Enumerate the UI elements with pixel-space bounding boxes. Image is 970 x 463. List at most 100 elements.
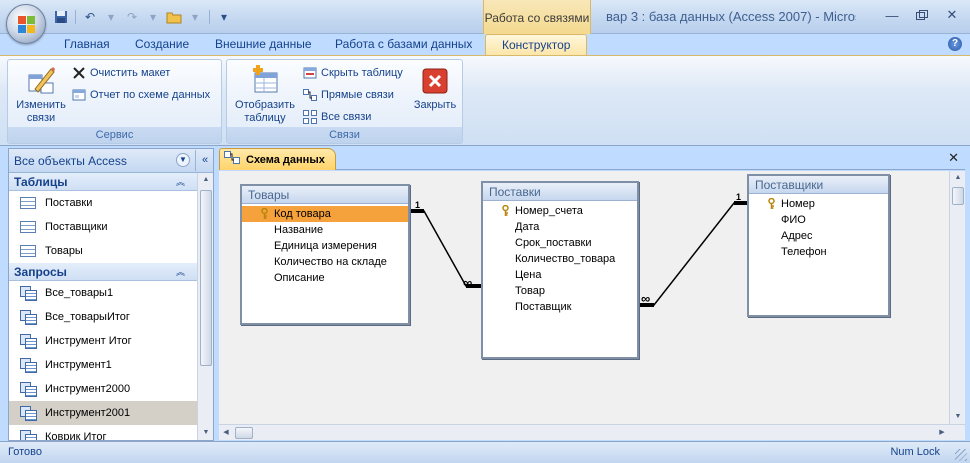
scroll-down-icon[interactable]: ▼: [950, 410, 966, 424]
status-text: Готово: [8, 446, 42, 458]
field-label: Описание: [274, 272, 325, 284]
field[interactable]: Поставщик: [483, 299, 637, 315]
tab-external-data[interactable]: Внешние данные: [215, 37, 312, 51]
customize-qat-icon[interactable]: ▾: [215, 8, 233, 26]
minimize-icon[interactable]: —: [882, 6, 902, 24]
group-title-relationships: Связи: [227, 127, 462, 143]
field-label: Количество на складе: [274, 256, 387, 268]
redo-icon[interactable]: ↷: [123, 8, 141, 26]
open-folder-icon[interactable]: [165, 8, 183, 26]
save-icon[interactable]: [52, 8, 70, 26]
field-key[interactable]: Номер: [749, 196, 888, 212]
nav-item-query[interactable]: Коврик Итог: [9, 425, 197, 440]
nav-pane-menu-icon[interactable]: ▼: [176, 153, 190, 167]
field[interactable]: ФИО: [749, 212, 888, 228]
scroll-up-icon[interactable]: ▲: [950, 171, 966, 185]
query-icon: [20, 334, 37, 349]
dropdown-arrow-icon[interactable]: ▾: [186, 8, 204, 26]
chevron-up-icon[interactable]: ︽: [176, 173, 185, 191]
scroll-right-icon[interactable]: ▶: [935, 425, 949, 441]
field[interactable]: Количество_товара: [483, 251, 637, 267]
scroll-up-icon[interactable]: ▲: [198, 173, 214, 187]
group-relationships: Отобразить таблицу Скрыть таблицу Прямые…: [226, 59, 463, 144]
nav-pane-title: Все объекты Access: [14, 154, 127, 168]
nav-item-query[interactable]: Инструмент1: [9, 353, 197, 377]
relationship-line-postavshiki-postavki[interactable]: 1 ∞: [639, 192, 749, 307]
nav-scrollbar[interactable]: ▲ ▼: [197, 173, 213, 440]
canvas-horizontal-scrollbar[interactable]: ◀ ▶: [219, 424, 965, 440]
field[interactable]: Количество на складе: [242, 254, 408, 270]
table-box-title[interactable]: Поставщики: [749, 176, 888, 194]
field[interactable]: Срок_поставки: [483, 235, 637, 251]
nav-item-query-selected[interactable]: Инструмент2001: [9, 401, 197, 425]
field[interactable]: Описание: [242, 270, 408, 286]
table-box-title[interactable]: Поставки: [483, 183, 637, 201]
dropdown-arrow-icon[interactable]: ▾: [102, 8, 120, 26]
undo-icon[interactable]: ↶: [81, 8, 99, 26]
relationship-report-button[interactable]: Отчет по схеме данных: [72, 88, 210, 102]
nav-section-queries[interactable]: Запросы ︽: [9, 263, 197, 281]
tab-create[interactable]: Создание: [135, 37, 189, 51]
nav-pane-header[interactable]: Все объекты Access ▼ «: [9, 149, 213, 173]
field[interactable]: Единица измерения: [242, 238, 408, 254]
collapse-pane-icon[interactable]: «: [195, 150, 214, 171]
relationships-canvas[interactable]: 1 ∞ 1 ∞ Товары Код товара Название Едини…: [219, 171, 949, 424]
field[interactable]: Адрес: [749, 228, 888, 244]
dropdown-arrow-icon[interactable]: ▾: [144, 8, 162, 26]
nav-item-query[interactable]: Инструмент Итог: [9, 329, 197, 353]
tab-relationships-diagram[interactable]: Схема данных: [219, 148, 336, 170]
show-table-icon: [249, 63, 281, 95]
field-key-selected[interactable]: Код товара: [242, 206, 408, 222]
table-box-postavshiki[interactable]: Поставщики Номер ФИО Адрес Телефон: [747, 174, 890, 317]
field-label: Цена: [515, 269, 542, 281]
table-box-postavki[interactable]: Поставки Номер_счета Дата Срок_поставки …: [481, 181, 639, 359]
scroll-left-icon[interactable]: ◀: [219, 425, 233, 441]
nav-section-title: Запросы: [14, 265, 67, 279]
close-document-icon[interactable]: ✕: [948, 150, 959, 166]
show-table-button[interactable]: Отобразить таблицу: [231, 63, 299, 125]
nav-item-table[interactable]: Поставки: [9, 191, 197, 215]
all-relationships-icon: [303, 110, 317, 124]
field[interactable]: Цена: [483, 267, 637, 283]
scroll-thumb[interactable]: [235, 427, 253, 439]
close-relationships-button[interactable]: Закрыть: [410, 63, 460, 112]
nav-item-query[interactable]: Все_товарыИтог: [9, 305, 197, 329]
maximize-icon[interactable]: [912, 6, 932, 24]
field[interactable]: Товар: [483, 283, 637, 299]
scroll-thumb[interactable]: [952, 187, 964, 205]
nav-item-query[interactable]: Все_товары1: [9, 281, 197, 305]
clear-layout-button[interactable]: Очистить макет: [72, 66, 170, 80]
field-label: Адрес: [781, 230, 813, 242]
tab-design[interactable]: Конструктор: [485, 34, 588, 57]
scroll-down-icon[interactable]: ▼: [198, 426, 214, 440]
field[interactable]: Дата: [483, 219, 637, 235]
all-relationships-button[interactable]: Все связи: [303, 110, 371, 124]
office-button[interactable]: [6, 4, 46, 44]
hide-table-button[interactable]: Скрыть таблицу: [303, 66, 403, 80]
field[interactable]: Телефон: [749, 244, 888, 260]
help-icon[interactable]: ?: [948, 37, 962, 51]
edit-relationships-label-line2: связи: [26, 112, 56, 124]
tab-database-tools[interactable]: Работа с базами данных: [335, 37, 472, 51]
resize-grip-icon[interactable]: [955, 449, 967, 461]
chevron-up-icon[interactable]: ︽: [176, 263, 185, 281]
edit-relationships-button[interactable]: Изменить связи: [11, 63, 71, 125]
canvas-vertical-scrollbar[interactable]: ▲ ▼: [949, 171, 965, 424]
field[interactable]: Название: [242, 222, 408, 238]
field-key[interactable]: Номер_счета: [483, 203, 637, 219]
tab-home[interactable]: Главная: [64, 37, 110, 51]
scroll-thumb[interactable]: [200, 190, 212, 366]
table-box-tovary[interactable]: Товары Код товара Название Единица измер…: [240, 184, 410, 325]
nav-item-query[interactable]: Инструмент2000: [9, 377, 197, 401]
nav-item-table[interactable]: Поставщики: [9, 215, 197, 239]
field-list: Номер ФИО Адрес Телефон: [749, 196, 888, 260]
table-box-title[interactable]: Товары: [242, 186, 408, 204]
field-label: Товар: [515, 285, 545, 297]
nav-item-table[interactable]: Товары: [9, 239, 197, 263]
hide-table-label: Скрыть таблицу: [321, 67, 403, 79]
relationship-line-tovary-postavki[interactable]: 1 ∞: [409, 200, 481, 290]
direct-relationships-button[interactable]: Прямые связи: [303, 88, 394, 102]
nav-section-tables[interactable]: Таблицы ︽: [9, 173, 197, 191]
nav-item-label: Поставщики: [45, 221, 108, 233]
close-icon[interactable]: ✕: [942, 6, 962, 24]
